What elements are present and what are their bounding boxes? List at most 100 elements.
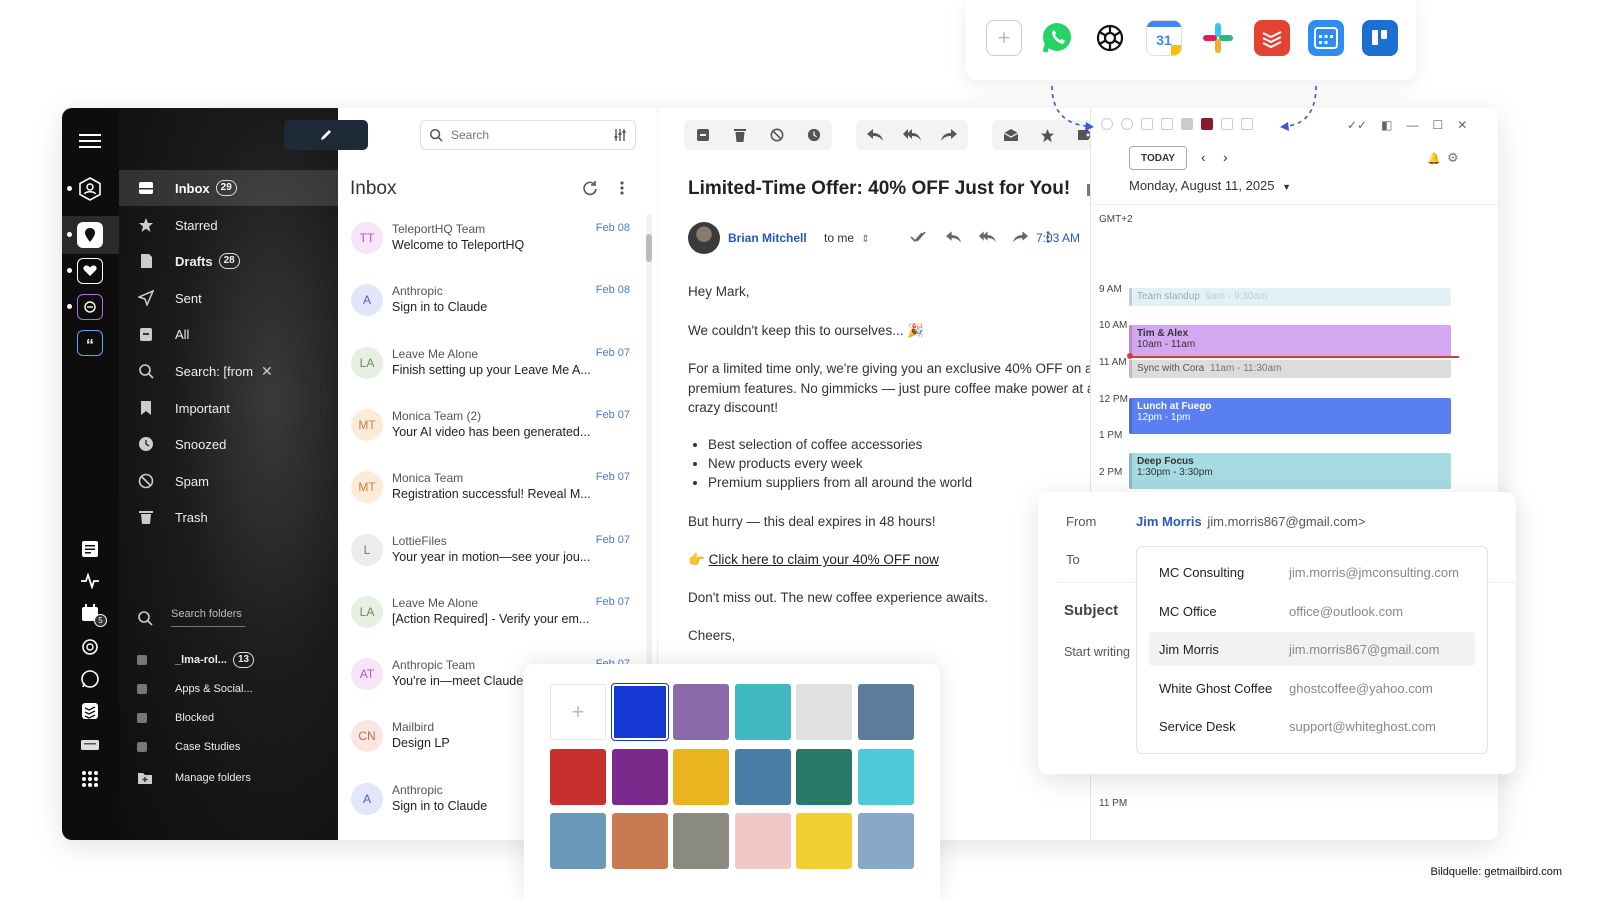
contact-option[interactable]: MC Consulting jim.morris@jmconsulting.co… bbox=[1149, 555, 1475, 589]
chevron-right-icon[interactable]: › bbox=[1223, 149, 1228, 165]
background-tile[interactable] bbox=[550, 813, 606, 869]
background-tile[interactable] bbox=[734, 684, 791, 740]
whatsapp-icon[interactable] bbox=[1039, 20, 1075, 56]
folder-item[interactable]: _lma-rol... 13 bbox=[119, 646, 338, 674]
reply-icon[interactable] bbox=[945, 231, 961, 243]
folder-item[interactable]: Apps & Social... bbox=[119, 675, 338, 703]
sidebar-toggle-icon[interactable]: ◧ bbox=[1381, 118, 1392, 132]
start-writing-placeholder[interactable]: Start writing bbox=[1064, 645, 1130, 659]
nav-item-spam[interactable]: Spam bbox=[119, 463, 338, 499]
forward-icon[interactable] bbox=[1013, 231, 1029, 243]
background-tile[interactable] bbox=[611, 813, 668, 869]
manage-folders-button[interactable]: Manage folders bbox=[119, 764, 338, 792]
close-icon[interactable]: ✕ bbox=[261, 363, 273, 380]
folder-item[interactable]: Case Studies bbox=[119, 733, 338, 761]
bird-icon[interactable] bbox=[77, 294, 103, 320]
gear-icon[interactable]: ⚙ bbox=[1447, 150, 1459, 166]
contact-option-highlighted[interactable]: Jim Morris jim.morris867@gmail.com bbox=[1149, 632, 1475, 666]
slack-icon[interactable] bbox=[1200, 20, 1236, 56]
mail-list-item[interactable]: MT Monica Team (2) Your AI video has been … bbox=[338, 401, 650, 463]
contact-option[interactable]: Service Desk support@whiteghost.com bbox=[1149, 709, 1475, 743]
todoist-icon[interactable] bbox=[77, 698, 103, 724]
close-icon[interactable]: ✕ bbox=[1457, 118, 1467, 132]
openai-icon[interactable] bbox=[77, 634, 103, 660]
contact-option[interactable]: White Ghost Coffee ghostcoffee@yahoo.com bbox=[1149, 671, 1475, 705]
calendar-icon[interactable]: 5 bbox=[77, 600, 107, 627]
background-tile[interactable] bbox=[611, 684, 668, 740]
nav-item-starred[interactable]: Starred bbox=[119, 207, 338, 243]
pin-icon[interactable] bbox=[77, 222, 103, 248]
nav-item-search[interactable]: Search: [from ✕ bbox=[119, 353, 338, 389]
background-tile[interactable] bbox=[734, 813, 791, 869]
reply-icon[interactable] bbox=[865, 125, 885, 145]
menu-icon[interactable] bbox=[77, 128, 103, 154]
calendar-event[interactable]: Deep Focus 1:30pm - 3:30pm bbox=[1129, 453, 1451, 489]
maximize-icon[interactable]: ☐ bbox=[1432, 118, 1443, 132]
trash-icon[interactable] bbox=[730, 125, 750, 145]
double-check-icon[interactable] bbox=[910, 231, 928, 243]
minimize-icon[interactable]: — bbox=[1406, 118, 1418, 132]
calendar-event[interactable]: Lunch at Fuego 12pm - 1pm bbox=[1129, 398, 1451, 434]
nav-item-inbox[interactable]: Inbox 29 bbox=[119, 170, 338, 206]
filter-icon[interactable] bbox=[613, 128, 627, 142]
mail-list-item[interactable]: LA Leave Me Alone Finish setting up your L… bbox=[338, 339, 650, 401]
mail-list-item[interactable]: LA Leave Me Alone [Action Required] - Veri… bbox=[338, 588, 650, 650]
check-all-icon[interactable]: ✓✓ bbox=[1347, 118, 1367, 132]
contact-option[interactable]: MC Office office@outlook.com bbox=[1149, 594, 1475, 628]
nav-item-drafts[interactable]: Drafts 28 bbox=[119, 243, 338, 279]
nav-item-snoozed[interactable]: Snoozed bbox=[119, 426, 338, 462]
search-input[interactable] bbox=[451, 128, 613, 142]
trello-icon[interactable] bbox=[1362, 20, 1398, 56]
sender-name[interactable]: Brian Mitchell bbox=[728, 231, 807, 245]
background-tile[interactable] bbox=[611, 748, 668, 805]
bell-icon[interactable]: 🔔 bbox=[1427, 152, 1441, 165]
calendar-event[interactable]: Tim & Alex 10am - 11am bbox=[1129, 325, 1451, 357]
archive-icon[interactable] bbox=[693, 125, 713, 145]
background-tile[interactable] bbox=[796, 684, 852, 740]
nav-item-trash[interactable]: Trash bbox=[119, 499, 338, 535]
reply-all-icon[interactable] bbox=[902, 125, 922, 145]
search-folders[interactable]: Search folders bbox=[137, 608, 245, 627]
notes-icon[interactable] bbox=[77, 536, 103, 562]
keyboard-icon[interactable] bbox=[77, 732, 103, 758]
recipient-toggle[interactable]: to me ⇕ bbox=[824, 231, 870, 245]
search-folders-input[interactable]: Search folders bbox=[171, 608, 245, 627]
whatsapp-icon[interactable] bbox=[77, 666, 103, 692]
google-calendar-icon[interactable]: 31 bbox=[1146, 20, 1182, 56]
background-tile[interactable] bbox=[673, 748, 729, 805]
scrollbar-thumb[interactable] bbox=[646, 234, 652, 262]
nav-item-sent[interactable]: Sent bbox=[119, 280, 338, 316]
background-tile[interactable] bbox=[796, 748, 852, 805]
calendar-event[interactable]: Team standup 9am - 9:30am bbox=[1129, 288, 1451, 306]
background-tile[interactable] bbox=[550, 748, 606, 805]
background-tile[interactable] bbox=[796, 813, 852, 869]
mail-list-item[interactable]: L LottieFiles Your year in motion—see your… bbox=[338, 526, 650, 588]
compose-button[interactable] bbox=[284, 120, 368, 150]
apps-grid-icon[interactable] bbox=[77, 766, 103, 792]
more-options-icon[interactable] bbox=[620, 180, 624, 196]
calendar-event[interactable]: Sync with Cora 11am - 11:30am bbox=[1129, 360, 1451, 378]
background-tile[interactable] bbox=[673, 813, 729, 869]
calendar-app-icon[interactable] bbox=[1308, 20, 1344, 56]
search-box[interactable] bbox=[420, 120, 636, 150]
background-tile[interactable] bbox=[734, 748, 791, 805]
calendar-date-picker[interactable]: Monday, August 11, 2025 ▼ bbox=[1129, 178, 1291, 193]
refresh-icon[interactable] bbox=[582, 180, 598, 196]
background-tile[interactable] bbox=[673, 684, 729, 740]
background-tile[interactable] bbox=[857, 748, 914, 805]
snooze-icon[interactable] bbox=[804, 125, 824, 145]
claim-offer-link[interactable]: Click here to claim your 40% OFF now bbox=[709, 552, 939, 567]
accounts-icon[interactable] bbox=[77, 176, 103, 202]
nav-item-important[interactable]: Important bbox=[119, 390, 338, 426]
today-button[interactable]: TODAY bbox=[1129, 146, 1187, 170]
chevron-left-icon[interactable]: ‹ bbox=[1201, 149, 1206, 165]
mail-list-item[interactable]: TT TeleportHQ Team Welcome to TeleportHQ Fe… bbox=[338, 214, 650, 276]
add-background-button[interactable]: + bbox=[550, 684, 606, 740]
forward-icon[interactable] bbox=[939, 125, 959, 145]
quote-icon[interactable]: “ bbox=[77, 330, 103, 356]
mark-read-icon[interactable] bbox=[1001, 125, 1021, 145]
background-tile[interactable] bbox=[857, 684, 914, 740]
todoist-icon[interactable] bbox=[1254, 20, 1290, 56]
mail-list-item[interactable]: A Anthropic Sign in to Claude Feb 08 bbox=[338, 276, 650, 338]
heart-icon[interactable] bbox=[77, 258, 103, 284]
